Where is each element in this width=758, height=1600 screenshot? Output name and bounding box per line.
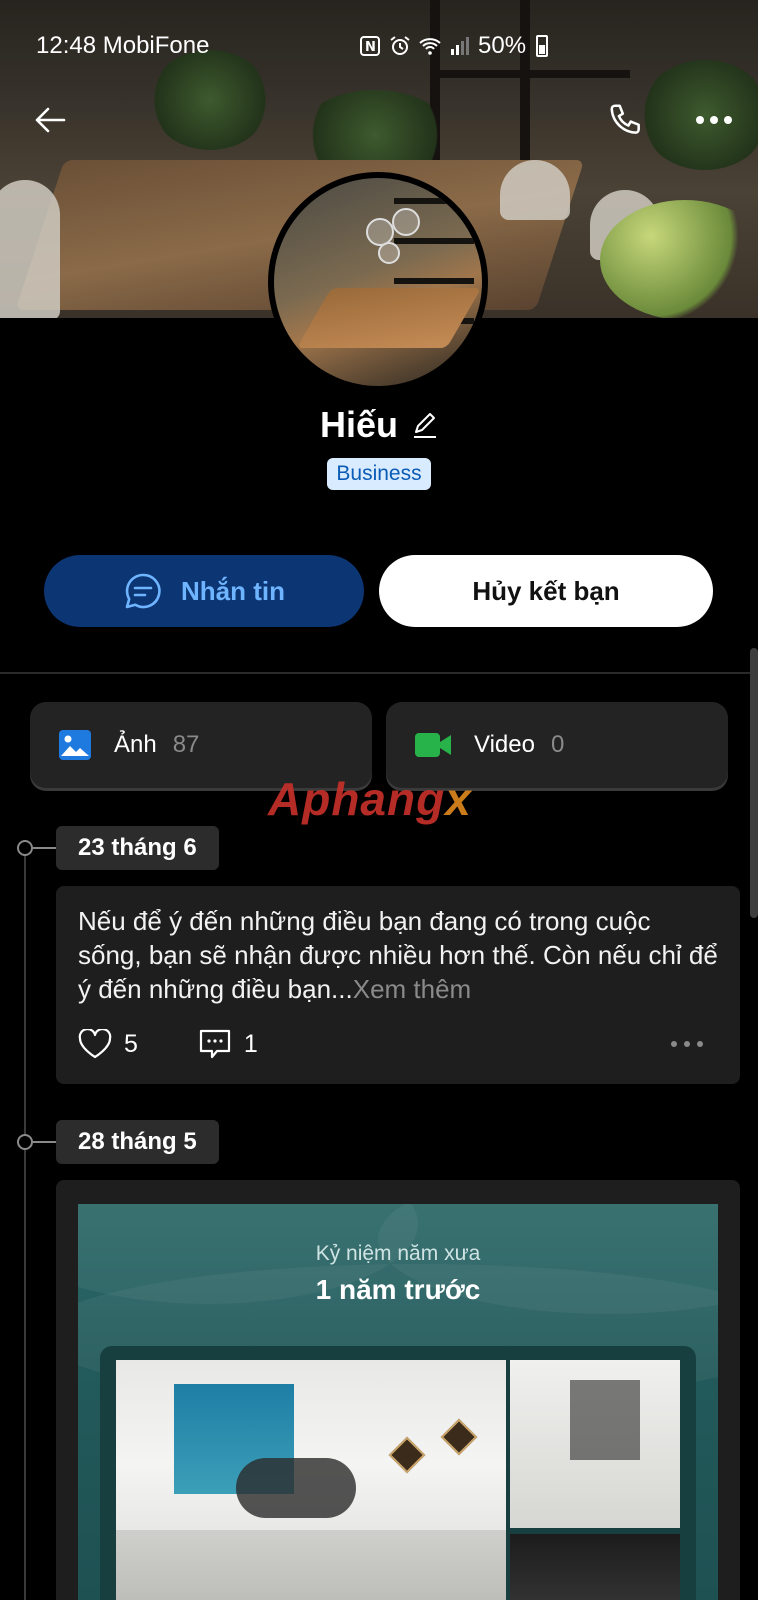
status-icons: N 50% — [358, 32, 549, 60]
battery-percent: 50% — [478, 32, 527, 59]
back-arrow-icon — [35, 107, 66, 133]
watermark-logo: Aphangx — [268, 773, 472, 825]
memory-subtitle: Kỷ niệm năm xưa — [315, 1242, 481, 1265]
videos-count: 0 — [550, 731, 565, 758]
alarm-icon — [390, 36, 410, 55]
comment-count: 1 — [243, 1029, 258, 1058]
memory-card[interactable]: Kỷ niệm năm xưa 1 năm trước — [78, 1204, 718, 1600]
post-text: Nếu để ý đến những điều bạn đang có tron… — [78, 906, 718, 1004]
message-button-label: Nhắn tin — [181, 575, 285, 606]
business-badge: Business — [327, 458, 431, 490]
comment-icon — [199, 1029, 231, 1059]
wifi-icon — [419, 38, 441, 55]
section-divider — [0, 672, 758, 674]
photos-label: Ảnh — [114, 731, 157, 758]
timeline-line — [24, 848, 26, 1600]
more-options-button[interactable] — [690, 96, 738, 144]
unfriend-button[interactable]: Hủy kết bạn — [379, 555, 713, 627]
heart-icon — [78, 1029, 112, 1059]
timeline-date: 28 tháng 5 — [56, 1120, 219, 1164]
post-actions: 5 1 — [78, 1028, 306, 1060]
memory-photo[interactable] — [510, 1360, 680, 1528]
more-horizontal-icon — [696, 116, 732, 124]
timeline-dot — [17, 1134, 33, 1150]
status-time-carrier: 12:48 MobiFone — [36, 32, 210, 59]
status-bar: 12:48 MobiFone N 50% — [0, 30, 758, 64]
nfc-icon: N — [360, 36, 380, 56]
battery-icon — [536, 35, 549, 57]
timeline-date: 23 tháng 6 — [56, 826, 219, 870]
video-camera-icon — [415, 733, 451, 757]
like-button[interactable]: 5 — [78, 1029, 138, 1059]
chat-bubble-icon — [125, 573, 161, 609]
memory-title: 1 năm trước — [315, 1274, 481, 1305]
post-more-icon[interactable] — [670, 1040, 704, 1048]
profile-name: Hiếu — [319, 404, 398, 445]
pencil-icon[interactable] — [412, 410, 438, 440]
scrollbar[interactable] — [750, 648, 758, 918]
memory-photo[interactable] — [510, 1534, 680, 1600]
see-more-link[interactable]: Xem thêm — [353, 974, 472, 1004]
call-button[interactable] — [602, 96, 650, 144]
svg-text:N: N — [365, 40, 376, 55]
timeline-connector — [33, 847, 57, 849]
like-count: 5 — [124, 1029, 138, 1058]
back-button[interactable] — [26, 96, 74, 144]
timeline-dot — [17, 840, 33, 856]
timeline-connector — [33, 1141, 57, 1143]
message-button[interactable]: Nhắn tin — [44, 555, 364, 627]
videos-label: Video — [474, 731, 535, 758]
image-icon — [59, 730, 91, 760]
memory-photo[interactable] — [116, 1360, 506, 1600]
signal-icon — [451, 37, 469, 55]
avatar[interactable] — [268, 172, 488, 392]
profile-name-row: Hiếu — [0, 404, 758, 446]
comment-button[interactable]: 1 — [198, 1028, 258, 1060]
phone-icon — [610, 104, 640, 134]
photos-count: 87 — [172, 731, 200, 758]
status-post-card[interactable]: Nếu để ý đến những điều bạn đang có tron… — [56, 886, 740, 1084]
